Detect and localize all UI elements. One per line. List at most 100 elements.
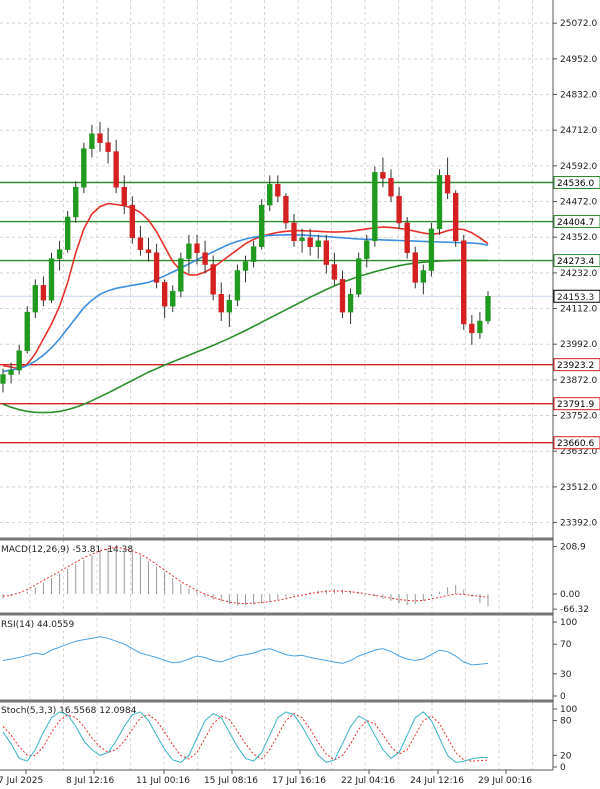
candle-body bbox=[40, 285, 47, 301]
candle-body bbox=[420, 270, 427, 283]
price-tick-label: 23752.0 bbox=[560, 412, 597, 422]
candle-body bbox=[267, 184, 273, 206]
price-tick-label: 23992.0 bbox=[560, 340, 597, 350]
candle-body bbox=[250, 246, 257, 262]
support-level-label: 23923.2 bbox=[553, 358, 600, 372]
candle-body bbox=[81, 148, 87, 188]
current-price-text: 24153.3 bbox=[557, 293, 594, 303]
price-tick-label: 25072.0 bbox=[560, 19, 597, 29]
candle-body bbox=[210, 264, 216, 295]
candle-body bbox=[372, 172, 378, 242]
candle bbox=[218, 282, 224, 322]
candle bbox=[186, 234, 192, 274]
candle bbox=[226, 294, 233, 327]
time-axis: 7 Jul 2025 8 Jul 12:16 11 Jul 00:16 15 Jul … bbox=[0, 769, 553, 786]
candle-body bbox=[73, 187, 79, 218]
candle-body bbox=[291, 222, 297, 242]
resistance-level-label: 24536.0 bbox=[553, 176, 600, 190]
candle bbox=[56, 240, 63, 271]
candle bbox=[64, 211, 71, 253]
candle bbox=[129, 196, 136, 244]
candle bbox=[388, 169, 394, 203]
candle-body bbox=[105, 142, 111, 152]
candle bbox=[436, 169, 443, 235]
candle bbox=[420, 264, 427, 295]
grid bbox=[0, 0, 553, 770]
candle-body bbox=[64, 216, 71, 250]
candle-body bbox=[137, 237, 144, 250]
candle bbox=[485, 291, 491, 324]
candle bbox=[121, 175, 127, 215]
candle-body bbox=[452, 192, 459, 242]
candle bbox=[331, 252, 338, 286]
candle-body bbox=[444, 175, 451, 194]
candle bbox=[372, 166, 378, 247]
candle-body bbox=[170, 291, 176, 307]
macd-panel: MACD(12,26,9) -53.81 -14.38 208.9 0.00 -66.… bbox=[1, 543, 589, 616]
candle bbox=[444, 157, 451, 200]
candle-body bbox=[388, 178, 394, 197]
support-level-label-text: 23923.2 bbox=[557, 361, 594, 371]
candle-body bbox=[129, 204, 136, 239]
candle-body bbox=[275, 184, 281, 197]
candle-body bbox=[24, 311, 30, 351]
time-tick-label: 8 Jul 12:16 bbox=[66, 776, 115, 786]
candle bbox=[323, 234, 330, 274]
candle bbox=[40, 276, 47, 307]
macd-tick-label: 208.9 bbox=[560, 543, 586, 553]
candle-body bbox=[331, 264, 338, 280]
support-level-label: 23791.9 bbox=[553, 397, 600, 411]
candle bbox=[307, 228, 313, 256]
candle-body bbox=[283, 195, 289, 224]
rsi-line bbox=[2, 636, 489, 666]
candle-body bbox=[8, 369, 14, 375]
candle-body bbox=[56, 249, 63, 259]
candle bbox=[161, 279, 168, 319]
stoch-tick-label: 20 bbox=[560, 751, 572, 761]
time-tick-label: 24 Jul 12:16 bbox=[410, 776, 464, 786]
candle-body bbox=[234, 270, 241, 301]
candle-body bbox=[380, 172, 386, 179]
support-level-label: 23660.6 bbox=[553, 436, 600, 450]
candle bbox=[97, 121, 103, 152]
price-tick-label: 24592.0 bbox=[560, 162, 597, 172]
candle-body bbox=[226, 299, 233, 313]
candle bbox=[275, 175, 281, 203]
support-level-label-text: 23791.9 bbox=[557, 400, 594, 410]
candle bbox=[347, 288, 354, 324]
candle-body bbox=[364, 240, 370, 259]
stoch-tick-label: 0 bbox=[560, 763, 566, 773]
price-tick-label: 24472.0 bbox=[560, 198, 597, 208]
candle bbox=[48, 252, 55, 304]
candle bbox=[355, 252, 362, 298]
price-axis: 25072.0 24952.0 24832.0 24712.0 24592.0 24472… bbox=[552, 0, 597, 770]
candle-body bbox=[404, 222, 410, 253]
rsi-tick-label: 100 bbox=[560, 618, 577, 628]
price-tick-label: 24232.0 bbox=[560, 269, 597, 279]
candle-body bbox=[145, 249, 152, 253]
stoch-label: Stoch(5,3,3) 16.5568 12.0984 bbox=[1, 706, 137, 716]
candle bbox=[73, 181, 79, 223]
time-tick-label: 29 Jul 00:16 bbox=[478, 776, 532, 786]
candle bbox=[291, 214, 297, 247]
candle-body bbox=[178, 258, 184, 292]
candle-body bbox=[477, 320, 483, 334]
candle-body bbox=[194, 243, 200, 253]
candle bbox=[32, 279, 39, 319]
price-tick-label: 23392.0 bbox=[560, 519, 597, 529]
candle bbox=[428, 222, 435, 277]
candle bbox=[250, 240, 257, 268]
candle bbox=[315, 234, 321, 259]
candle-body bbox=[436, 175, 443, 230]
candle bbox=[412, 246, 418, 289]
time-tick-label: 11 Jul 00:16 bbox=[136, 776, 190, 786]
candle bbox=[258, 199, 265, 250]
price-tick-label: 24352.0 bbox=[560, 233, 597, 243]
resistance-level-label-text: 24536.0 bbox=[557, 179, 594, 189]
time-tick-label: 17 Jul 16:16 bbox=[272, 776, 326, 786]
stoch-k-line bbox=[2, 711, 489, 763]
resistance-level-label-text: 24404.7 bbox=[557, 218, 594, 228]
candle-body bbox=[315, 240, 321, 247]
candle-body bbox=[153, 252, 160, 283]
candle bbox=[137, 225, 144, 256]
